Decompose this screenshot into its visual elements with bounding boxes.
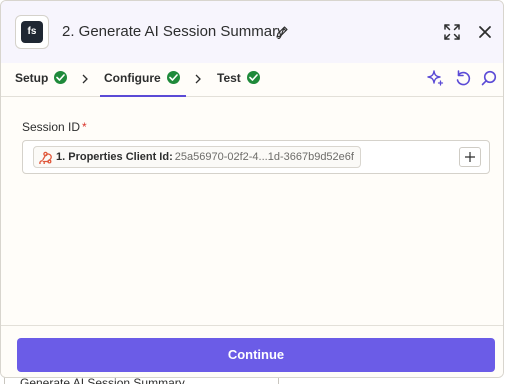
pill-step-label: 1. Properties Client Id:	[56, 151, 173, 163]
chevron-right-icon	[195, 74, 201, 84]
app-logo-mark: fs	[21, 21, 43, 43]
configure-form: Session ID * 1. Properties Client Id: 25a5…	[1, 98, 503, 325]
tab-setup[interactable]: Setup	[15, 63, 68, 97]
app-logo: fs	[15, 15, 49, 49]
tab-test-label: Test	[217, 71, 241, 85]
webhook-icon	[39, 151, 52, 164]
undo-icon[interactable]	[454, 69, 472, 87]
chevron-right-icon	[82, 74, 88, 84]
pill-value: 25a56970-02f2-4...1d-3667b9d52e6f	[174, 151, 354, 163]
close-icon[interactable]	[477, 24, 493, 40]
mapped-value-pill[interactable]: 1. Properties Client Id: 25a56970-02f2-4.…	[33, 146, 361, 168]
tab-configure[interactable]: Configure	[100, 63, 186, 97]
add-data-button[interactable]	[459, 147, 481, 167]
active-tab-indicator	[100, 95, 186, 97]
required-marker: *	[82, 120, 87, 134]
search-icon[interactable]	[481, 70, 497, 86]
check-circle-icon	[166, 71, 180, 85]
session-id-label: Session ID *	[22, 120, 87, 134]
tab-test[interactable]: Test	[217, 63, 260, 97]
panel-footer: Continue	[1, 325, 503, 377]
session-id-label-text: Session ID	[22, 120, 81, 134]
plus-icon	[465, 152, 475, 162]
ai-sparkle-icon[interactable]	[426, 69, 444, 87]
panel-header: fs 2. Generate AI Session Summary	[1, 1, 503, 63]
step-title[interactable]: 2. Generate AI Session Summary	[62, 23, 285, 40]
check-circle-icon	[246, 71, 260, 85]
continue-button[interactable]: Continue	[17, 338, 495, 372]
expand-icon[interactable]	[443, 23, 461, 41]
step-editor-panel: fs 2. Generate AI Session Summary Setup …	[0, 0, 504, 378]
pencil-icon[interactable]	[275, 25, 289, 39]
tab-setup-label: Setup	[15, 71, 49, 85]
session-id-field[interactable]: 1. Properties Client Id: 25a56970-02f2-4.…	[22, 140, 490, 174]
check-circle-icon	[54, 71, 68, 85]
tab-configure-label: Configure	[104, 71, 161, 85]
